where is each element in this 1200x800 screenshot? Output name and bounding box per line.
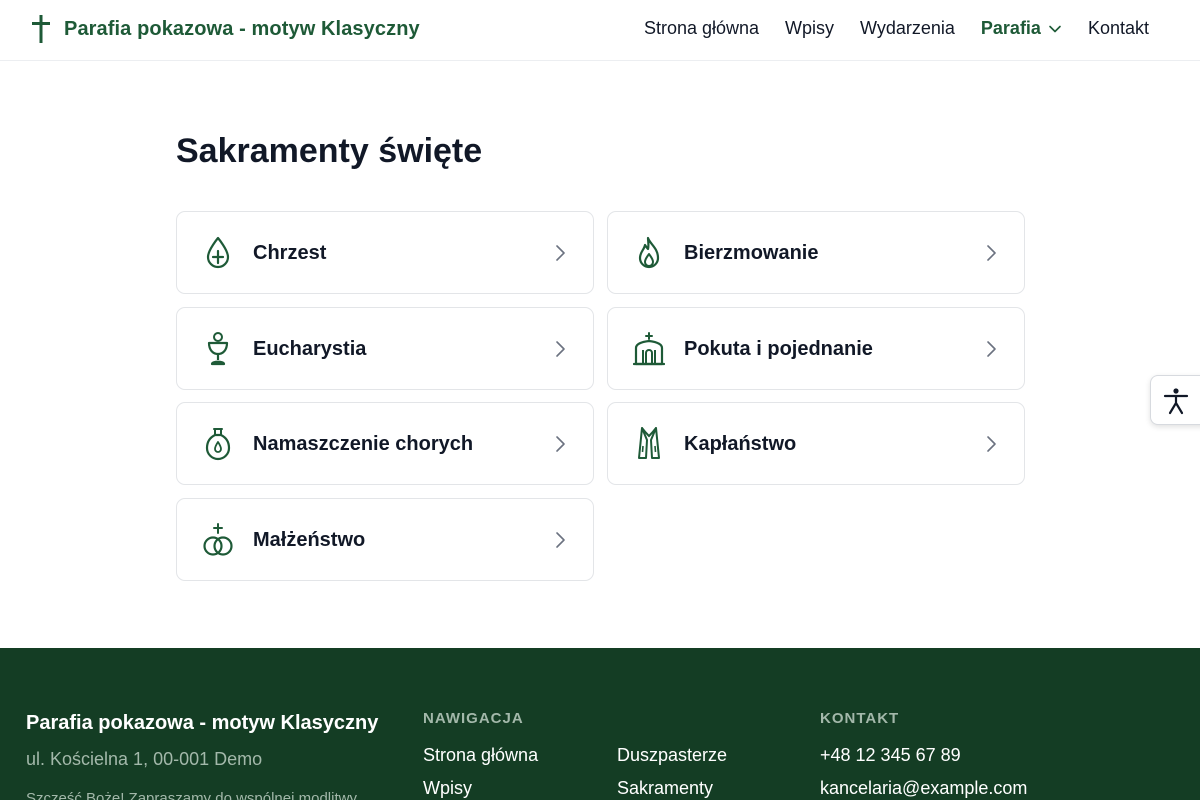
water-drop-cross-icon [206, 236, 230, 269]
sacrament-label: Namaszczenie chorych [253, 433, 474, 455]
stole-icon [638, 427, 660, 459]
nav-item-posts[interactable]: Wpisy [785, 18, 834, 39]
sacrament-card-penance[interactable]: Pokuta i pojednanie [607, 307, 1025, 390]
chevron-right-icon [556, 436, 565, 452]
chalice-icon [207, 332, 229, 366]
nav-item-parish[interactable]: Parafia [981, 18, 1062, 39]
brand-title: Parafia pokazowa - motyw Klasyczny [64, 17, 420, 40]
nav-item-events[interactable]: Wydarzenia [860, 18, 955, 39]
chevron-right-icon [987, 436, 996, 452]
accessibility-button[interactable] [1150, 375, 1200, 425]
confessional-icon [633, 332, 665, 366]
chevron-right-icon [987, 341, 996, 357]
wedding-rings-icon [203, 523, 233, 556]
footer-phone[interactable]: +48 12 345 67 89 [820, 745, 961, 766]
footer-contact-heading: KONTAKT [820, 710, 900, 727]
footer-email[interactable]: kancelaria@example.com [820, 778, 1027, 799]
nav-item-contact[interactable]: Kontakt [1088, 18, 1149, 39]
chevron-right-icon [556, 245, 565, 261]
sacrament-card-baptism[interactable]: Chrzest [176, 211, 594, 294]
sacrament-card-anointing[interactable]: Namaszczenie chorych [176, 402, 594, 485]
chevron-right-icon [556, 341, 565, 357]
nav-item-home[interactable]: Strona główna [644, 18, 759, 39]
main-nav: Strona główna Wpisy Wydarzenia Parafia K… [644, 18, 1149, 39]
sacrament-card-holy-orders[interactable]: Kapłaństwo [607, 402, 1025, 485]
flame-icon [638, 236, 660, 269]
sacrament-card-eucharist[interactable]: Eucharystia [176, 307, 594, 390]
sacrament-label: Chrzest [253, 242, 327, 264]
footer-blurb: Szczęść Boże! Zapraszamy do wspólnej mod… [26, 790, 361, 800]
sacrament-card-confirmation[interactable]: Bierzmowanie [607, 211, 1025, 294]
chevron-right-icon [556, 532, 565, 548]
accessibility-icon [1163, 388, 1189, 415]
site-header: Parafia pokazowa - motyw Klasyczny Stron… [0, 0, 1200, 61]
footer-link-home[interactable]: Strona główna [423, 745, 538, 766]
chevron-down-icon [1049, 25, 1061, 32]
footer-nav-heading: NAWIGACJA [423, 710, 524, 727]
footer-title: Parafia pokazowa - motyw Klasyczny [26, 712, 379, 734]
footer-link-sacraments[interactable]: Sakramenty [617, 778, 713, 799]
sacrament-card-marriage[interactable]: Małżeństwo [176, 498, 594, 581]
oil-vessel-icon [205, 428, 231, 461]
sacrament-label: Małżeństwo [253, 529, 366, 551]
footer-address: ul. Kościelna 1, 00-001 Demo [26, 749, 263, 769]
sacrament-label: Bierzmowanie [684, 242, 819, 264]
sacrament-label: Pokuta i pojednanie [684, 338, 873, 360]
chevron-right-icon [987, 245, 996, 261]
nav-item-parish-label: Parafia [980, 18, 1041, 38]
cross-icon [32, 15, 50, 43]
sacrament-label: Eucharystia [253, 338, 367, 360]
footer-link-clergy[interactable]: Duszpasterze [617, 745, 727, 766]
footer-link-posts[interactable]: Wpisy [423, 778, 472, 799]
page-title: Sakramenty święte [176, 132, 483, 170]
sacrament-label: Kapłaństwo [684, 433, 797, 455]
brand[interactable]: Parafia pokazowa - motyw Klasyczny [30, 14, 420, 44]
site-footer: Parafia pokazowa - motyw Klasyczny ul. K… [0, 648, 1200, 800]
